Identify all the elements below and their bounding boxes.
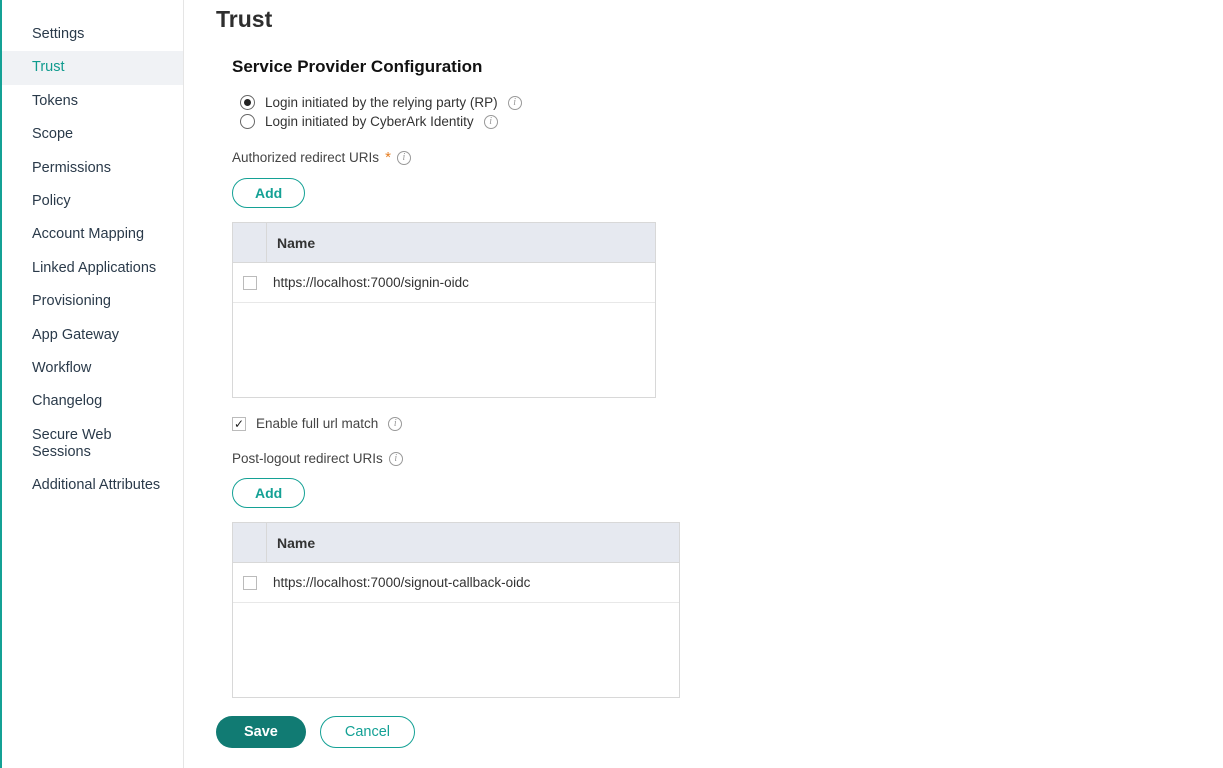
add-auth-redirect-button[interactable]: Add [232,178,305,208]
uri-value: https://localhost:7000/signout-callback-… [267,575,530,590]
auth-redirect-label: Authorized redirect URIs [232,150,379,165]
table-select-all-col [233,223,267,262]
info-icon[interactable]: i [388,417,402,431]
footer-actions: Save Cancel [216,716,1203,748]
sidebar-nav: Settings Trust Tokens Scope Permissions … [0,0,184,768]
add-post-logout-button[interactable]: Add [232,478,305,508]
table-select-all-col [233,523,267,562]
table-empty-space [233,603,679,697]
login-option-idp-row: Login initiated by CyberArk Identity i [240,114,1203,129]
sidebar-item-secure-web-sessions[interactable]: Secure Web Sessions [2,419,183,470]
login-option-rp-label: Login initiated by the relying party (RP… [265,95,498,110]
sidebar-item-changelog[interactable]: Changelog [2,385,183,418]
auth-redirect-table: Name https://localhost:7000/signin-oidc [232,222,656,398]
sidebar-item-trust[interactable]: Trust [2,51,183,84]
sidebar-item-tokens[interactable]: Tokens [2,85,183,118]
sidebar-item-settings[interactable]: Settings [2,18,183,51]
post-logout-label-row: Post-logout redirect URIs i [232,451,1203,466]
sidebar-item-app-gateway[interactable]: App Gateway [2,319,183,352]
table-header: Name [233,523,679,563]
required-asterisk: * [385,149,391,166]
login-option-rp-row: Login initiated by the relying party (RP… [240,95,1203,110]
login-option-idp-label: Login initiated by CyberArk Identity [265,114,474,129]
table-row[interactable]: https://localhost:7000/signin-oidc [233,263,655,303]
uri-value: https://localhost:7000/signin-oidc [267,275,469,290]
info-icon[interactable]: i [397,151,411,165]
info-icon[interactable]: i [389,452,403,466]
table-empty-space [233,303,655,397]
sidebar-item-workflow[interactable]: Workflow [2,352,183,385]
login-option-rp-radio[interactable] [240,95,255,110]
auth-redirect-label-row: Authorized redirect URIs * i [232,149,1203,166]
sidebar-item-scope[interactable]: Scope [2,118,183,151]
full-url-match-checkbox[interactable] [232,417,246,431]
table-header: Name [233,223,655,263]
post-logout-label: Post-logout redirect URIs [232,451,383,466]
info-icon[interactable]: i [484,115,498,129]
cancel-button[interactable]: Cancel [320,716,415,748]
sidebar-item-policy[interactable]: Policy [2,185,183,218]
page-title: Trust [216,6,1203,33]
sidebar-item-permissions[interactable]: Permissions [2,152,183,185]
sidebar-item-additional-attributes[interactable]: Additional Attributes [2,469,183,502]
save-button[interactable]: Save [216,716,306,748]
login-option-idp-radio[interactable] [240,114,255,129]
row-checkbox[interactable] [243,576,257,590]
full-url-match-label: Enable full url match [256,416,378,431]
post-logout-table: Name https://localhost:7000/signout-call… [232,522,680,698]
table-col-name: Name [267,235,315,251]
table-row[interactable]: https://localhost:7000/signout-callback-… [233,563,679,603]
main-content: Trust Service Provider Configuration Log… [184,0,1223,768]
sidebar-item-linked-applications[interactable]: Linked Applications [2,252,183,285]
full-url-match-row: Enable full url match i [232,416,1203,431]
spc-heading: Service Provider Configuration [232,57,1203,77]
sidebar-item-account-mapping[interactable]: Account Mapping [2,218,183,251]
sidebar-item-provisioning[interactable]: Provisioning [2,285,183,318]
table-col-name: Name [267,535,315,551]
info-icon[interactable]: i [508,96,522,110]
row-checkbox[interactable] [243,276,257,290]
